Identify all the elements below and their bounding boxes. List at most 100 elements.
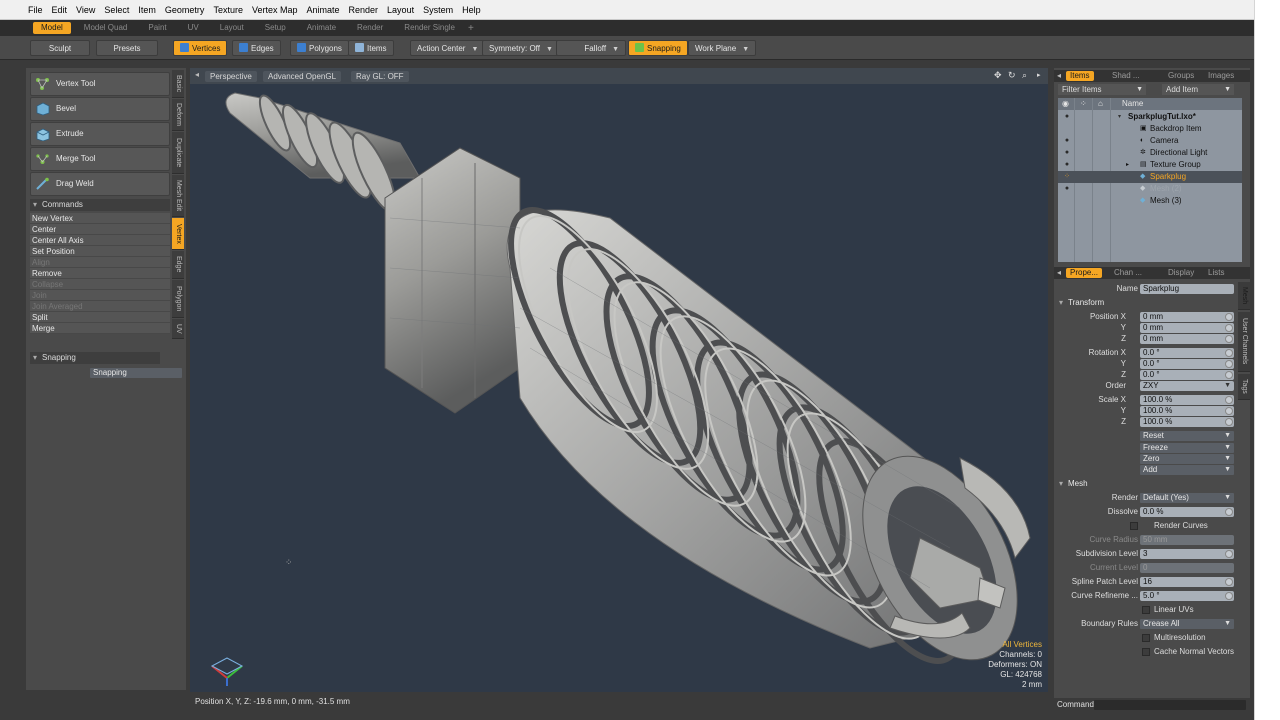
linear-uvs-checkbox[interactable] bbox=[1142, 606, 1150, 614]
tab-animate[interactable]: Animate bbox=[299, 22, 344, 34]
filter-items-dropdown[interactable]: Filter Items ▼ bbox=[1058, 84, 1146, 95]
add-dropdown[interactable]: Add ▼ bbox=[1140, 465, 1234, 475]
eye-icon[interactable]: ⁘ bbox=[1061, 171, 1073, 183]
multiresolution-checkbox[interactable] bbox=[1142, 634, 1150, 642]
animate-toggle-icon[interactable] bbox=[1225, 371, 1233, 379]
expand-arrow-icon[interactable]: ▸ bbox=[1126, 159, 1129, 171]
vertices-button[interactable]: Vertices bbox=[173, 40, 228, 56]
split-command[interactable]: Split bbox=[30, 312, 170, 323]
add-tab-button[interactable]: + bbox=[468, 23, 474, 34]
tab-model[interactable]: Model bbox=[33, 22, 71, 34]
raygl-button[interactable]: Ray GL: OFF bbox=[351, 71, 409, 82]
render-dropdown[interactable]: Default (Yes) ▼ bbox=[1140, 493, 1234, 503]
tab-paint[interactable]: Paint bbox=[140, 22, 174, 34]
render-curves-checkbox[interactable] bbox=[1130, 522, 1138, 530]
animate-toggle-icon[interactable] bbox=[1225, 407, 1233, 415]
set-position-command[interactable]: Set Position bbox=[30, 246, 170, 257]
tab-deform[interactable]: Deform bbox=[172, 99, 184, 131]
freeze-dropdown[interactable]: Freeze ▼ bbox=[1140, 443, 1234, 453]
polygons-button[interactable]: Polygons bbox=[290, 40, 349, 56]
add-item-dropdown[interactable]: Add Item ▼ bbox=[1162, 84, 1234, 95]
vertex-tool-button[interactable]: Vertex Tool bbox=[30, 72, 170, 96]
center-all-axis-command[interactable]: Center All Axis bbox=[30, 235, 170, 246]
tab-uv[interactable]: UV bbox=[172, 319, 184, 339]
tab-images[interactable]: Images bbox=[1204, 71, 1238, 81]
item-row-camera[interactable]: ● ◐ Camera bbox=[1058, 135, 1242, 147]
viewport-menu-icon[interactable]: ◂ bbox=[195, 70, 199, 79]
tab-display[interactable]: Display bbox=[1164, 268, 1198, 278]
menu-edit[interactable]: Edit bbox=[52, 5, 68, 15]
merge-command[interactable]: Merge bbox=[30, 323, 170, 334]
spline-patch-level-field[interactable]: 16 bbox=[1140, 577, 1234, 587]
tab-properties[interactable]: Prope... bbox=[1066, 268, 1103, 278]
view-mode-button[interactable]: Perspective bbox=[205, 71, 257, 82]
menu-animate[interactable]: Animate bbox=[306, 5, 339, 15]
animate-toggle-icon[interactable] bbox=[1225, 508, 1233, 516]
menu-select[interactable]: Select bbox=[104, 5, 129, 15]
animate-toggle-icon[interactable] bbox=[1225, 418, 1233, 426]
position-z-field[interactable]: 0 mm bbox=[1140, 334, 1234, 344]
menu-view[interactable]: View bbox=[76, 5, 95, 15]
edges-button[interactable]: Edges bbox=[232, 40, 281, 56]
action-center-dropdown[interactable]: Action Center ▼ bbox=[410, 40, 486, 56]
tab-model-quad[interactable]: Model Quad bbox=[76, 22, 136, 34]
eye-icon[interactable]: ● bbox=[1061, 159, 1073, 171]
animate-toggle-icon[interactable] bbox=[1225, 578, 1233, 586]
animate-toggle-icon[interactable] bbox=[1225, 550, 1233, 558]
tab-polygon[interactable]: Polygon bbox=[172, 280, 184, 318]
tab-render[interactable]: Render bbox=[349, 22, 391, 34]
tab-channels[interactable]: Chan ... bbox=[1110, 268, 1146, 278]
falloff-dropdown[interactable]: Falloff ▼ bbox=[556, 40, 626, 56]
animate-toggle-icon[interactable] bbox=[1225, 349, 1233, 357]
3d-viewport[interactable]: ⁘ ◂ Perspective Advanced OpenGL Ray GL: … bbox=[190, 68, 1048, 692]
tab-uv[interactable]: UV bbox=[180, 22, 207, 34]
snapping-section-header[interactable]: Snapping bbox=[30, 352, 160, 364]
menu-layout[interactable]: Layout bbox=[387, 5, 414, 15]
rotation-z-field[interactable]: 0.0 ° bbox=[1140, 370, 1234, 380]
animate-toggle-icon[interactable] bbox=[1225, 592, 1233, 600]
bevel-button[interactable]: Bevel bbox=[30, 97, 170, 121]
shading-mode-button[interactable]: Advanced OpenGL bbox=[263, 71, 342, 82]
item-row-sparkplug[interactable]: ⁘ ◆ Sparkplug bbox=[1058, 171, 1242, 183]
transform-section-header[interactable]: Transform bbox=[1058, 297, 1104, 308]
eye-icon[interactable]: ● bbox=[1061, 111, 1073, 123]
item-row-mesh-2[interactable]: ● ◆ Mesh (2) bbox=[1058, 183, 1242, 195]
position-x-field[interactable]: 0 mm bbox=[1140, 312, 1234, 322]
remove-command[interactable]: Remove bbox=[30, 268, 170, 279]
work-plane-dropdown[interactable]: Work Plane ▼ bbox=[688, 40, 757, 56]
rotation-x-field[interactable]: 0.0 ° bbox=[1140, 348, 1234, 358]
window-scrollbar[interactable] bbox=[1254, 0, 1280, 720]
rotate-view-icon[interactable]: ↻ bbox=[1008, 70, 1016, 81]
extrude-button[interactable]: Extrude bbox=[30, 122, 170, 146]
reset-dropdown[interactable]: Reset ▼ bbox=[1140, 431, 1234, 441]
symmetry-dropdown[interactable]: Symmetry: Off ▼ bbox=[482, 40, 560, 56]
tab-groups[interactable]: Groups bbox=[1164, 71, 1198, 81]
curve-refinement-field[interactable]: 5.0 ° bbox=[1140, 591, 1234, 601]
subdivision-level-field[interactable]: 3 bbox=[1140, 549, 1234, 559]
eye-icon[interactable]: ● bbox=[1061, 183, 1073, 195]
items-button[interactable]: Items bbox=[348, 40, 394, 56]
menu-texture[interactable]: Texture bbox=[213, 5, 243, 15]
dissolve-field[interactable]: 0.0 % bbox=[1140, 507, 1234, 517]
viewport-options-icon[interactable]: ▸ bbox=[1037, 71, 1041, 79]
menu-render[interactable]: Render bbox=[349, 5, 379, 15]
panel-menu-icon[interactable]: ◂ bbox=[1057, 71, 1061, 80]
tab-layout[interactable]: Layout bbox=[212, 22, 252, 34]
menu-item[interactable]: Item bbox=[138, 5, 156, 15]
menu-geometry[interactable]: Geometry bbox=[165, 5, 205, 15]
panel-menu-icon[interactable]: ◂ bbox=[1057, 268, 1061, 277]
tab-lists[interactable]: Lists bbox=[1204, 268, 1228, 278]
eye-icon[interactable]: ● bbox=[1061, 135, 1073, 147]
item-name-field[interactable]: Sparkplug bbox=[1140, 284, 1234, 294]
boundary-rules-dropdown[interactable]: Crease All ▼ bbox=[1140, 619, 1234, 629]
rotation-order-dropdown[interactable]: ZXY ▼ bbox=[1140, 381, 1234, 391]
tab-items[interactable]: Items bbox=[1066, 71, 1094, 81]
rotation-y-field[interactable]: 0.0 ° bbox=[1140, 359, 1234, 369]
tab-basic[interactable]: Basic bbox=[172, 70, 184, 98]
animate-toggle-icon[interactable] bbox=[1225, 324, 1233, 332]
center-command[interactable]: Center bbox=[30, 224, 170, 235]
tab-vertex[interactable]: Vertex bbox=[172, 218, 184, 250]
scale-x-field[interactable]: 100.0 % bbox=[1140, 395, 1234, 405]
item-row-backdrop[interactable]: ▣ Backdrop Item bbox=[1058, 123, 1242, 135]
expand-arrow-icon[interactable]: ▾ bbox=[1118, 111, 1121, 123]
